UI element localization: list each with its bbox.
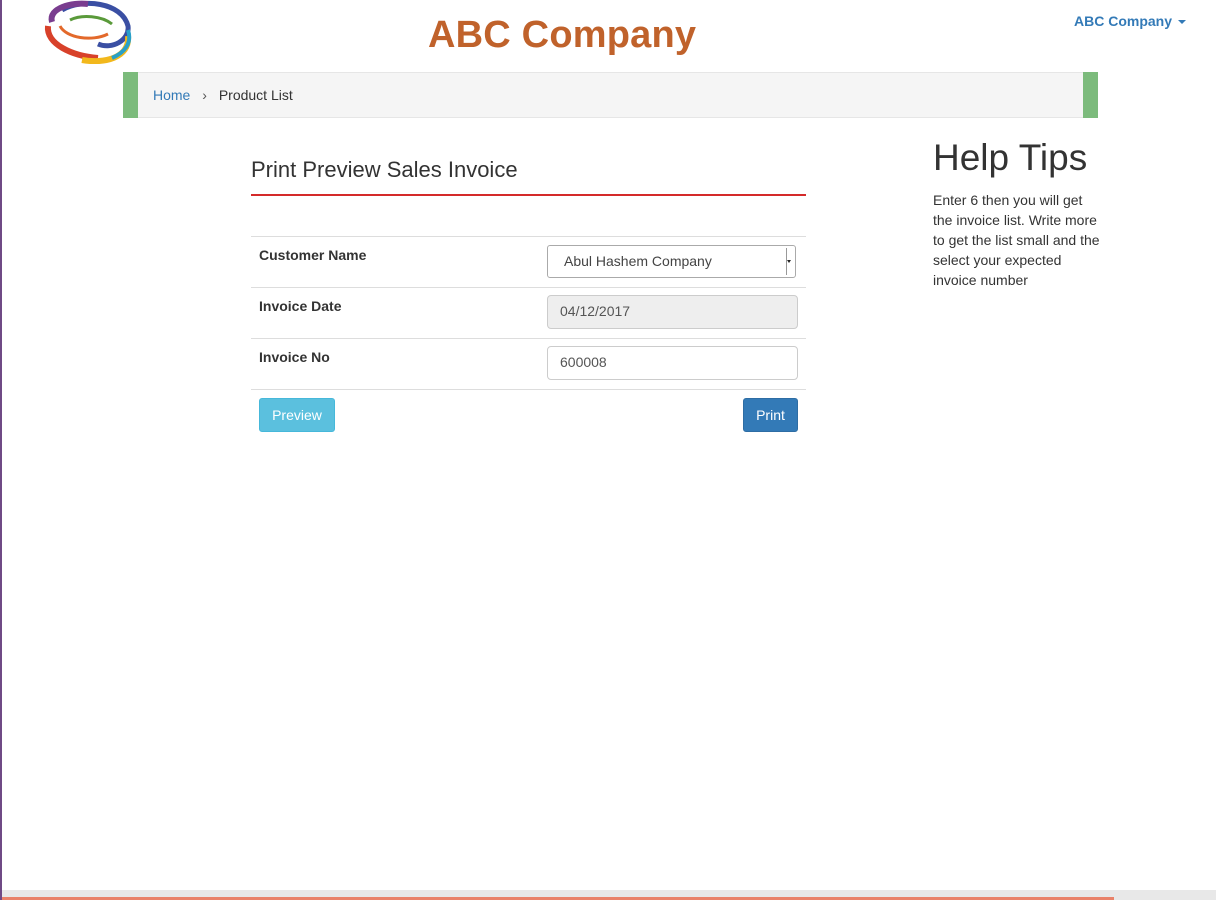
page: ABC Company ABC Company Home › Product L… bbox=[0, 0, 1216, 900]
help-tips-panel: Help Tips Enter 6 then you will get the … bbox=[933, 136, 1103, 290]
user-menu-label: ABC Company bbox=[1073, 13, 1172, 29]
breadcrumb-accent-right bbox=[1083, 72, 1098, 118]
customer-name-value: Abul Hashem Company bbox=[564, 253, 712, 269]
invoice-date-row: Invoice Date 04/12/2017 bbox=[251, 288, 806, 339]
customer-name-select[interactable]: Abul Hashem Company bbox=[547, 245, 796, 278]
invoice-no-label: Invoice No bbox=[259, 349, 330, 365]
customer-name-row: Customer Name Abul Hashem Company bbox=[251, 237, 806, 288]
breadcrumb-accent-left bbox=[123, 72, 138, 118]
help-tips-text: Enter 6 then you will get the invoice li… bbox=[933, 192, 1100, 288]
invoice-date-label: Invoice Date bbox=[259, 298, 342, 314]
swirl-logo-icon bbox=[44, 0, 132, 65]
print-button[interactable]: Print bbox=[743, 398, 798, 432]
invoice-date-field[interactable]: 04/12/2017 bbox=[547, 295, 798, 329]
invoice-no-field[interactable]: 600008 bbox=[547, 346, 798, 380]
customer-name-label: Customer Name bbox=[259, 247, 367, 263]
breadcrumb-items: Home › Product List bbox=[153, 87, 293, 103]
form-title: Print Preview Sales Invoice bbox=[251, 156, 806, 196]
breadcrumb-home-link[interactable]: Home bbox=[153, 87, 190, 103]
invoice-no-row: Invoice No 600008 bbox=[251, 339, 806, 390]
invoice-form: Print Preview Sales Invoice Customer Nam… bbox=[251, 156, 806, 440]
brand-title: ABC Company bbox=[428, 14, 697, 56]
caret-down-icon bbox=[1178, 20, 1186, 25]
company-logo[interactable] bbox=[42, 0, 134, 65]
user-menu-dropdown[interactable]: ABC Company bbox=[1074, 13, 1186, 29]
breadcrumb-current: Product List bbox=[218, 87, 293, 103]
dropdown-arrow-icon bbox=[786, 248, 793, 275]
breadcrumb: Home › Product List bbox=[123, 72, 1098, 118]
chevron-right-icon: › bbox=[202, 87, 207, 103]
form-actions: Preview Print bbox=[251, 390, 806, 440]
form-fields: Customer Name Abul Hashem Company Invoic… bbox=[251, 236, 806, 440]
help-tips-title: Help Tips bbox=[933, 137, 1088, 178]
preview-button[interactable]: Preview bbox=[259, 398, 335, 432]
